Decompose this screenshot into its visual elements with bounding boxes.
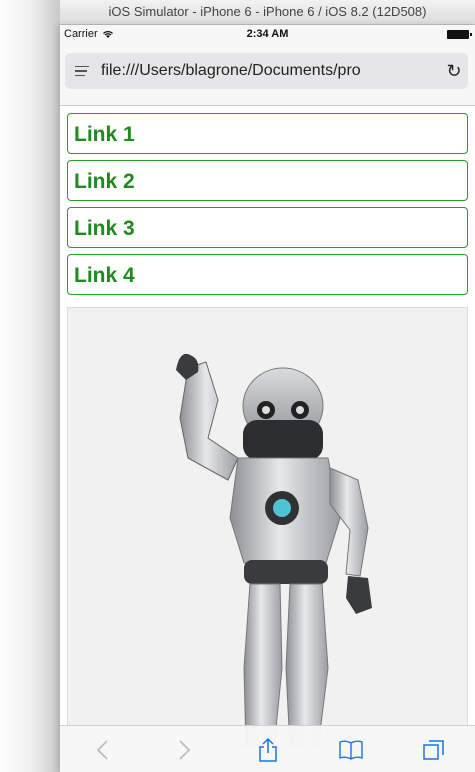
- status-bar: Carrier 2:34 AM: [60, 25, 475, 45]
- link-1[interactable]: Link 1: [67, 113, 468, 154]
- link-3[interactable]: Link 3: [67, 207, 468, 248]
- status-time: 2:34 AM: [246, 28, 289, 40]
- link-2[interactable]: Link 2: [67, 160, 468, 201]
- forward-icon[interactable]: [165, 730, 205, 770]
- robot-illustration: [176, 353, 372, 746]
- link-list: Link 1 Link 2 Link 3 Link 4: [67, 113, 468, 301]
- iphone-screen: Carrier 2:34 AM file:///Users/blagrone/D…: [60, 25, 475, 772]
- back-icon[interactable]: [82, 730, 122, 770]
- link-4[interactable]: Link 4: [67, 254, 468, 295]
- link-label: Link 3: [74, 217, 135, 240]
- robot-image: [67, 307, 468, 747]
- url-text[interactable]: file:///Users/blagrone/Documents/pro: [101, 62, 440, 80]
- address-bar[interactable]: file:///Users/blagrone/Documents/pro ↻: [65, 53, 468, 89]
- simulator-page: iOS Simulator - iPhone 6 - iPhone 6 / iO…: [0, 0, 475, 772]
- link-label: Link 4: [74, 264, 135, 287]
- tabs-icon[interactable]: [414, 730, 454, 770]
- simulator-shadow: [0, 0, 60, 772]
- share-icon[interactable]: [248, 730, 288, 770]
- simulator-title-bar: iOS Simulator - iPhone 6 - iPhone 6 / iO…: [60, 0, 475, 25]
- battery-icon: [447, 30, 472, 39]
- bookmarks-icon[interactable]: [331, 730, 371, 770]
- browser-toolbar: [60, 725, 475, 772]
- reader-icon[interactable]: [75, 65, 89, 77]
- address-bar-area: file:///Users/blagrone/Documents/pro ↻: [60, 45, 475, 106]
- reload-icon[interactable]: ↻: [440, 61, 468, 82]
- link-label: Link 2: [74, 170, 135, 193]
- link-label: Link 1: [74, 123, 135, 146]
